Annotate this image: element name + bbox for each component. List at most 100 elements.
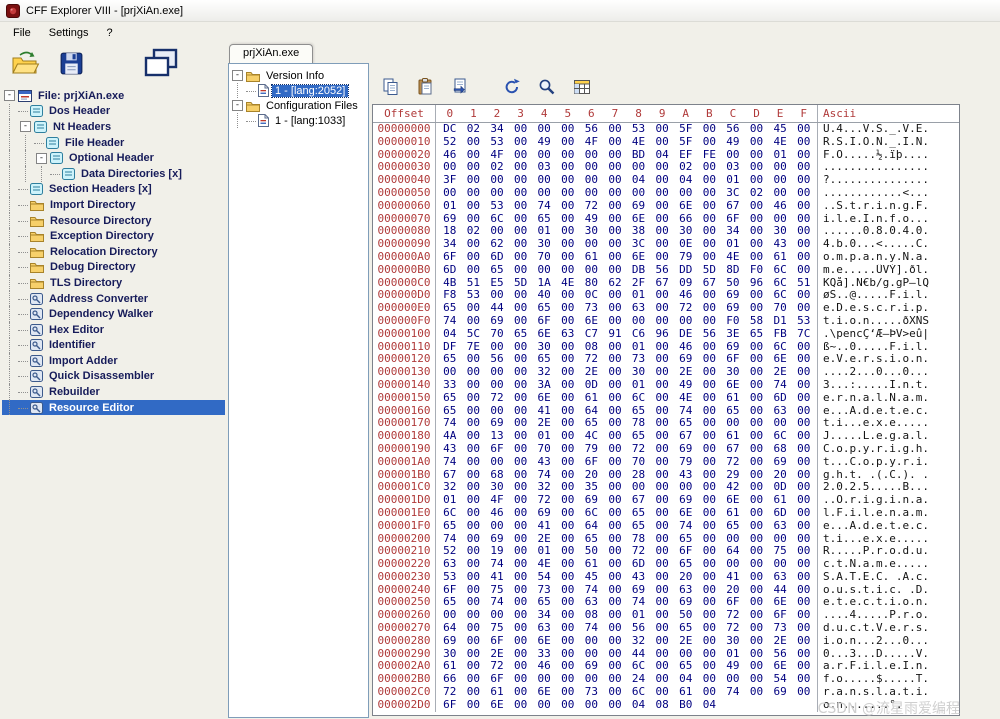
hex-byte[interactable]: 00 <box>556 123 580 136</box>
hex-byte[interactable]: 00 <box>745 494 769 507</box>
hex-row[interactable]: 000001804A00130001004C006500670061006C00… <box>373 430 959 443</box>
hex-byte[interactable]: 6E <box>532 635 556 648</box>
hex-byte[interactable]: 00 <box>462 200 486 213</box>
hex-row[interactable]: 0000023053004100540045004300200041006300… <box>373 571 959 584</box>
hex-byte[interactable]: 64 <box>438 622 462 635</box>
hex-ascii-cell[interactable]: 2.0.2.5.....B... <box>818 481 959 494</box>
explorer-item-rebuilder[interactable]: Rebuilder <box>2 384 225 400</box>
hex-ascii-cell[interactable]: i.o.n...2...0... <box>818 635 959 648</box>
hex-byte[interactable]: 00 <box>509 520 533 533</box>
hex-byte[interactable]: B0 <box>674 699 698 712</box>
hex-byte[interactable]: 00 <box>485 456 509 469</box>
hex-byte[interactable]: 49 <box>674 379 698 392</box>
hex-byte[interactable]: 00 <box>650 635 674 648</box>
hex-byte[interactable]: 00 <box>603 622 627 635</box>
hex-byte[interactable]: 6D <box>768 392 792 405</box>
hex-byte[interactable]: 00 <box>603 443 627 456</box>
hex-byte[interactable]: 32 <box>627 635 651 648</box>
hex-byte[interactable]: 56 <box>721 123 745 136</box>
hex-byte[interactable]: 00 <box>509 187 533 200</box>
hex-ascii-cell[interactable]: ....4.....P.r.o. <box>818 609 959 622</box>
hex-byte[interactable]: 65 <box>485 264 509 277</box>
hex-ascii-cell[interactable]: KQå].N€b/g.gP–lQ <box>818 277 959 290</box>
hex-byte[interactable]: 61 <box>580 251 604 264</box>
hex-byte[interactable]: 4C <box>580 430 604 443</box>
find-button[interactable] <box>534 74 560 100</box>
hex-byte[interactable]: 00 <box>650 200 674 213</box>
hex-byte[interactable]: 56 <box>580 123 604 136</box>
hex-byte[interactable]: F0 <box>745 264 769 277</box>
hex-row[interactable]: 00000060010053007400720069006E0067004600… <box>373 200 959 213</box>
hex-byte[interactable]: 33 <box>438 379 462 392</box>
hex-byte[interactable]: 00 <box>603 264 627 277</box>
hex-byte[interactable]: 00 <box>792 494 816 507</box>
hex-byte[interactable]: 61 <box>580 558 604 571</box>
hex-byte[interactable]: 69 <box>532 507 556 520</box>
hex-byte[interactable]: 00 <box>650 456 674 469</box>
hex-byte[interactable]: 74 <box>485 558 509 571</box>
hex-ascii-cell[interactable]: ......0.8.0.4.0. <box>818 225 959 238</box>
hex-byte[interactable]: 00 <box>792 187 816 200</box>
expander-minus-icon[interactable]: - <box>20 121 31 132</box>
hex-byte[interactable]: 00 <box>745 571 769 584</box>
hex-ascii-cell[interactable]: .\pencÇ‘Æ–ÞV>eû| <box>818 328 959 341</box>
hex-ascii-cell[interactable]: g.h.t. .(.C.). . <box>818 469 959 482</box>
explorer-item-resource-editor[interactable]: Resource Editor <box>2 400 225 416</box>
hex-row[interactable]: 0000028069006F006E00000032002E0030002E00… <box>373 635 959 648</box>
hex-byte[interactable]: 45 <box>580 571 604 584</box>
hex-byte[interactable]: 00 <box>745 443 769 456</box>
hex-byte[interactable]: 00 <box>674 187 698 200</box>
hex-byte[interactable]: 00 <box>698 507 722 520</box>
hex-ascii-cell[interactable]: 3...:.....I.n.t. <box>818 379 959 392</box>
hex-byte[interactable]: 00 <box>792 622 816 635</box>
hex-ascii-cell[interactable]: ............<... <box>818 187 959 200</box>
hex-byte[interactable]: 00 <box>627 315 651 328</box>
hex-byte[interactable]: 41 <box>485 571 509 584</box>
explorer-item-nt-headers[interactable]: -Nt Headers <box>2 119 225 135</box>
hex-byte[interactable]: 00 <box>650 571 674 584</box>
hex-byte[interactable]: 00 <box>532 699 556 712</box>
hex-byte[interactable]: 69 <box>674 443 698 456</box>
hex-byte[interactable]: 70 <box>485 328 509 341</box>
hex-byte[interactable]: 64 <box>580 520 604 533</box>
hex-byte[interactable]: 61 <box>768 494 792 507</box>
save-file-button[interactable] <box>58 50 85 77</box>
hex-row[interactable]: 000001D001004F0072006900670069006E006100… <box>373 494 959 507</box>
hex-byte[interactable]: 00 <box>556 558 580 571</box>
hex-byte[interactable]: 00 <box>792 430 816 443</box>
hex-byte[interactable]: 53 <box>485 200 509 213</box>
hex-byte[interactable]: 6C <box>768 430 792 443</box>
hex-byte[interactable]: 00 <box>698 443 722 456</box>
hex-byte[interactable]: 69 <box>674 494 698 507</box>
hex-ascii-cell[interactable]: e.D.e.s.c.r.i.p. <box>818 302 959 315</box>
hex-byte[interactable]: 00 <box>462 622 486 635</box>
hex-byte[interactable]: 70 <box>532 443 556 456</box>
hex-byte[interactable]: 00 <box>603 187 627 200</box>
hex-byte[interactable]: 00 <box>698 494 722 507</box>
hex-byte[interactable]: 00 <box>556 264 580 277</box>
hex-byte[interactable]: 00 <box>556 622 580 635</box>
hex-byte[interactable]: 00 <box>768 187 792 200</box>
hex-byte[interactable]: 01 <box>438 200 462 213</box>
hex-byte[interactable]: 6C <box>627 686 651 699</box>
hex-byte[interactable]: 52 <box>438 136 462 149</box>
hex-byte[interactable]: 00 <box>721 558 745 571</box>
hex-byte[interactable]: 00 <box>603 315 627 328</box>
hex-byte[interactable]: 3C <box>721 187 745 200</box>
hex-byte[interactable]: 69 <box>768 686 792 699</box>
hex-ascii-cell[interactable]: R.S.I.O.N._.I.N. <box>818 136 959 149</box>
hex-byte[interactable]: 00 <box>792 507 816 520</box>
hex-byte[interactable]: 00 <box>603 494 627 507</box>
hex-ascii-cell[interactable]: t.i.o.n.....ðXÑS <box>818 315 959 328</box>
hex-byte[interactable]: 46 <box>768 200 792 213</box>
hex-byte[interactable]: 00 <box>792 392 816 405</box>
hex-row[interactable]: 00000220630074004E0061006D00650000000000… <box>373 558 959 571</box>
hex-byte[interactable]: 00 <box>509 571 533 584</box>
hex-byte[interactable]: 65 <box>721 520 745 533</box>
hex-byte[interactable]: 56 <box>698 328 722 341</box>
hex-byte[interactable]: 00 <box>650 136 674 149</box>
hex-byte[interactable]: 00 <box>745 379 769 392</box>
hex-byte[interactable]: 00 <box>650 507 674 520</box>
hex-byte[interactable]: 00 <box>532 264 556 277</box>
expander-minus-icon[interactable]: - <box>4 90 15 101</box>
